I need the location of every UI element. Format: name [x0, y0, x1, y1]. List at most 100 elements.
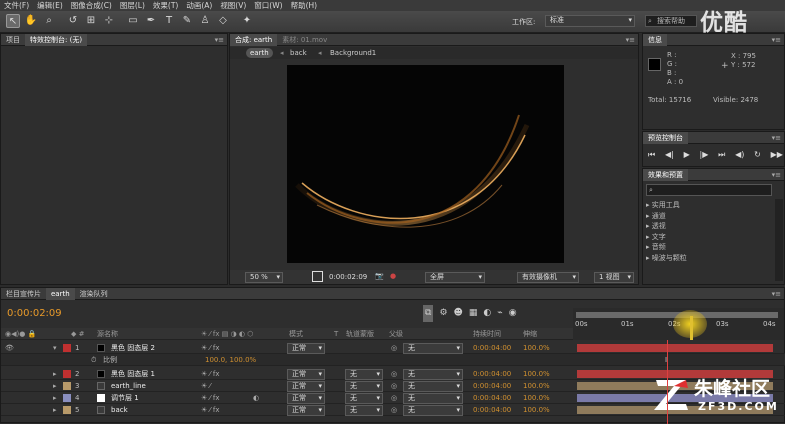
motion-blur-icon[interactable]: ◐	[483, 305, 491, 322]
search-help-field[interactable]: ⌕ 搜索帮助	[645, 15, 697, 27]
expand-arrow-icon[interactable]: ▸	[53, 368, 57, 380]
layer-duration[interactable]: 0:00:04:00	[473, 392, 511, 404]
tab-effects-presets[interactable]: 效果和预置	[643, 168, 688, 181]
menu-view[interactable]: 视图(V)	[216, 0, 250, 11]
brainstorm-icon[interactable]: ◉	[509, 305, 517, 322]
layer-duration[interactable]: 0:00:04:00	[473, 380, 511, 392]
tab-info[interactable]: 信息	[643, 33, 667, 46]
pen-tool-icon[interactable]: ✒	[144, 14, 158, 28]
timeline-timecode[interactable]: 0:00:02:09	[7, 308, 62, 319]
timeline-menu-icon[interactable]: ▾≡	[772, 288, 781, 300]
parent-pickwhip-icon[interactable]: ◎	[391, 368, 397, 380]
last-frame-icon[interactable]: ⏭	[718, 149, 725, 161]
camera-tool-icon[interactable]: ⊞	[84, 14, 98, 28]
layer-label-color[interactable]	[63, 344, 71, 352]
menu-effect[interactable]: 效果(T)	[149, 0, 182, 11]
layer-label-color[interactable]	[63, 382, 71, 390]
frame-blend-icon[interactable]: ▦	[469, 305, 478, 322]
expand-arrow-icon[interactable]: ▸	[53, 404, 57, 416]
trackmat-dropdown[interactable]: 无	[345, 393, 383, 404]
channel-icon[interactable]: ●	[390, 272, 396, 280]
layer-switches-icon[interactable]: ☀ ⁄ fx	[201, 368, 220, 380]
parent-pickwhip-icon[interactable]: ◎	[391, 342, 397, 354]
menu-composition[interactable]: 图像合成(C)	[67, 0, 116, 11]
col-duration[interactable]: 持续时间	[473, 328, 501, 340]
preview-panel-menu-icon[interactable]: ▾≡	[772, 132, 781, 144]
graph-editor-icon[interactable]: ⌁	[497, 305, 502, 322]
adjustment-layer-icon[interactable]: ◐	[253, 392, 259, 404]
layer-name[interactable]: earth_line	[111, 380, 146, 392]
expand-arrow-icon[interactable]: ▸	[53, 392, 57, 404]
menu-layer[interactable]: 图层(L)	[116, 0, 149, 11]
layer-name[interactable]: 调节层 1	[111, 392, 139, 404]
mode-dropdown[interactable]: 正常	[287, 343, 325, 354]
clone-stamp-tool-icon[interactable]: ♙	[198, 14, 212, 28]
effects-category[interactable]: ▸ 通道	[646, 211, 772, 222]
layer-name[interactable]: 黑色 固态层 2	[111, 342, 155, 354]
menu-help[interactable]: 帮助(H)	[287, 0, 322, 11]
menu-animation[interactable]: 动画(A)	[182, 0, 216, 11]
effects-category[interactable]: ▸ 透视	[646, 221, 772, 232]
expand-arrow-icon[interactable]: ▸	[53, 380, 57, 392]
layer-switches-icon[interactable]: ☀ ⁄	[201, 380, 211, 392]
layer-stretch[interactable]: 100.0%	[523, 342, 550, 354]
camera-dropdown[interactable]: 有效摄像机	[517, 272, 579, 283]
effects-category[interactable]: ▸ 噪波与颗粒	[646, 253, 772, 264]
visibility-icon[interactable]: 👁	[5, 342, 14, 354]
parent-dropdown[interactable]: 无	[403, 393, 463, 404]
draft-3d-icon[interactable]: ⚙	[439, 305, 447, 322]
effects-category[interactable]: ▸ 音频	[646, 242, 772, 253]
property-value[interactable]: 100.0, 100.0%	[205, 354, 256, 366]
layer-switches-icon[interactable]: ☀ ⁄ fx	[201, 342, 220, 354]
workspace-dropdown[interactable]: 标准	[545, 15, 635, 27]
mode-dropdown[interactable]: 正常	[287, 405, 325, 416]
rotate-tool-icon[interactable]: ↺	[66, 14, 80, 28]
layer-duration[interactable]: 0:00:04:00	[473, 342, 511, 354]
panel-menu-icon[interactable]: ▾≡	[215, 34, 224, 46]
puppet-tool-icon[interactable]: ✦	[240, 14, 254, 28]
layer-label-color[interactable]	[63, 394, 71, 402]
views-dropdown[interactable]: 1 视图	[594, 272, 634, 283]
time-ruler[interactable]: 00s 01s 02s 03s 04s	[573, 308, 784, 340]
layer-name[interactable]: back	[111, 404, 128, 416]
layer-stretch[interactable]: 100.0%	[523, 368, 550, 380]
resolution-dropdown[interactable]: 全屏	[425, 272, 485, 283]
layer-stretch[interactable]: 100.0%	[523, 392, 550, 404]
layer-label-color[interactable]	[63, 406, 71, 414]
rectangle-mask-tool-icon[interactable]: ▭	[126, 14, 140, 28]
effects-scrollbar[interactable]	[775, 199, 783, 281]
breadcrumb-back[interactable]: back	[290, 48, 307, 58]
layer-label-color[interactable]	[63, 370, 71, 378]
layer-duration[interactable]: 0:00:04:00	[473, 368, 511, 380]
ram-preview-icon[interactable]: ▶▶	[771, 149, 783, 161]
mode-dropdown[interactable]: 正常	[287, 393, 325, 404]
tab-effect-controls[interactable]: 特效控制台: (无)	[25, 33, 88, 46]
layer-duration[interactable]: 0:00:04:00	[473, 404, 511, 416]
trackmat-dropdown[interactable]: 无	[345, 381, 383, 392]
col-t[interactable]: T	[334, 328, 338, 340]
comp-panel-menu-icon[interactable]: ▾≡	[626, 34, 635, 46]
tab-footage[interactable]: 素材: 01.mov	[277, 34, 332, 46]
current-time-indicator[interactable]	[690, 316, 693, 340]
zoom-dropdown[interactable]: 50 %	[245, 272, 283, 283]
layer-switches-icon[interactable]: ☀ ⁄ fx	[201, 404, 220, 416]
menu-edit[interactable]: 编辑(E)	[33, 0, 67, 11]
comp-timecode[interactable]: 0:00:02:09	[329, 273, 367, 281]
loop-icon[interactable]: ↻	[754, 149, 761, 161]
comp-viewer[interactable]	[287, 65, 564, 263]
mode-dropdown[interactable]: 正常	[287, 381, 325, 392]
menu-window[interactable]: 窗口(W)	[250, 0, 286, 11]
tab-render-queue[interactable]: 渲染队列	[75, 288, 113, 300]
breadcrumb-background[interactable]: Background1	[330, 48, 376, 58]
parent-dropdown[interactable]: 无	[403, 405, 463, 416]
layer-stretch[interactable]: 100.0%	[523, 404, 550, 416]
brush-tool-icon[interactable]: ✎	[180, 14, 194, 28]
stopwatch-icon[interactable]: ⏱	[91, 354, 96, 366]
next-frame-icon[interactable]: |▶	[700, 149, 709, 161]
layer-switches-icon[interactable]: ☀ ⁄ fx	[201, 392, 220, 404]
zoom-tool-icon[interactable]: ⌕	[42, 14, 56, 28]
expand-arrow-icon[interactable]: ▾	[53, 342, 57, 354]
parent-dropdown[interactable]: 无	[403, 369, 463, 380]
parent-dropdown[interactable]: 无	[403, 381, 463, 392]
info-panel-menu-icon[interactable]: ▾≡	[772, 34, 781, 46]
